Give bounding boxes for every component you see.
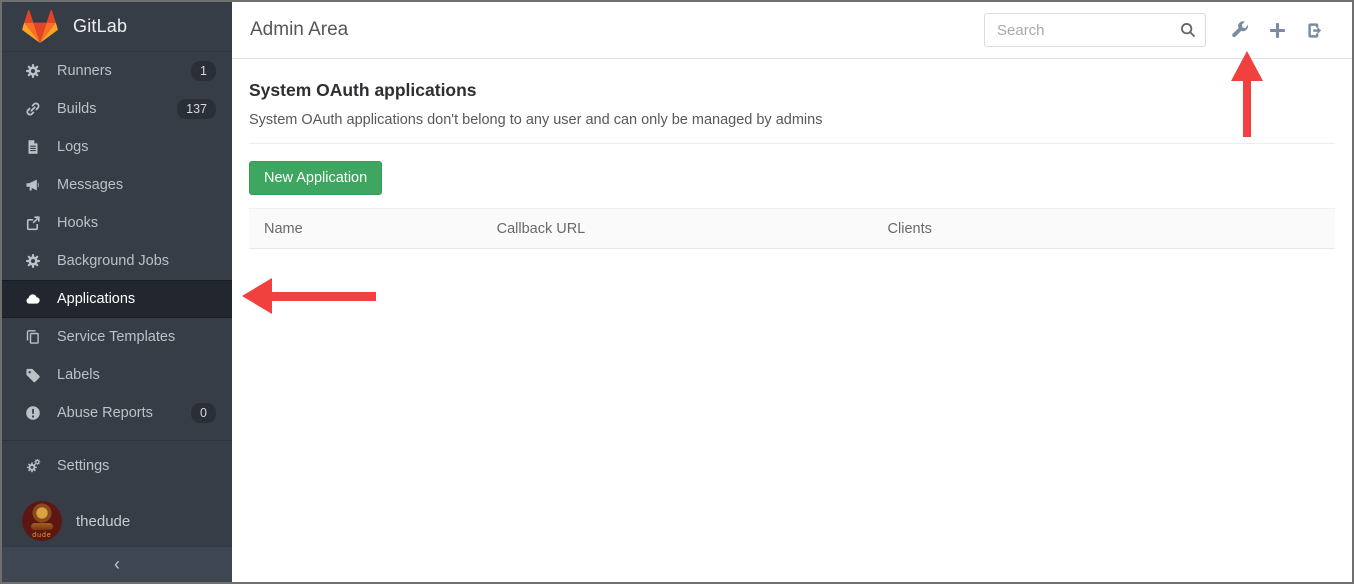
gitlab-home-link[interactable]: GitLab xyxy=(2,2,232,52)
sidebar-item-settings[interactable]: Settings xyxy=(2,447,232,485)
search-input[interactable] xyxy=(984,13,1206,47)
tag-icon xyxy=(24,367,42,383)
sidebar-user-profile[interactable]: dude thedude xyxy=(2,499,232,543)
sidebar-divider xyxy=(2,440,232,441)
gitlab-logo-text: GitLab xyxy=(73,16,127,37)
section-heading: System OAuth applications xyxy=(249,80,1335,101)
gear-icon xyxy=(24,253,42,269)
sidebar-item-messages[interactable]: Messages xyxy=(2,166,232,204)
column-header-callback-url: Callback URL xyxy=(497,221,888,237)
admin-sidebar: GitLab Runners 1 Builds 137 Logs xyxy=(2,2,232,582)
avatar: dude xyxy=(22,501,62,541)
applications-table: Name Callback URL Clients xyxy=(249,208,1335,249)
sidebar-item-label: Labels xyxy=(57,367,100,383)
oauth-applications-section: System OAuth applications System OAuth a… xyxy=(232,80,1352,249)
top-navbar: Admin Area xyxy=(232,2,1352,59)
count-badge: 137 xyxy=(177,99,216,120)
column-header-name: Name xyxy=(249,221,497,237)
sidebar-item-label: Abuse Reports xyxy=(57,405,153,421)
new-project-plus-button[interactable] xyxy=(1258,13,1296,47)
sign-out-icon xyxy=(1306,21,1325,40)
copy-icon xyxy=(24,329,42,345)
wrench-icon xyxy=(1230,21,1249,40)
cloud-icon xyxy=(24,291,42,307)
table-header-row: Name Callback URL Clients xyxy=(249,208,1335,248)
new-application-button[interactable]: New Application xyxy=(249,161,382,195)
sidebar-item-background-jobs[interactable]: Background Jobs xyxy=(2,242,232,280)
bullhorn-icon xyxy=(24,177,42,193)
sidebar-item-applications[interactable]: Applications xyxy=(2,280,232,318)
sidebar-item-runners[interactable]: Runners 1 xyxy=(2,52,232,90)
count-badge: 0 xyxy=(191,403,216,424)
sidebar-item-label: Builds xyxy=(57,101,97,117)
sidebar-item-label: Settings xyxy=(57,458,109,474)
count-badge: 1 xyxy=(191,61,216,82)
sidebar-item-label: Logs xyxy=(57,139,88,155)
sidebar-item-builds[interactable]: Builds 137 xyxy=(2,90,232,128)
main-area: Admin Area xyxy=(232,2,1352,582)
sign-out-button[interactable] xyxy=(1296,13,1334,47)
sidebar-item-label: Applications xyxy=(57,291,135,307)
file-icon xyxy=(24,139,42,155)
sidebar-item-hooks[interactable]: Hooks xyxy=(2,204,232,242)
section-description: System OAuth applications don't belong t… xyxy=(249,112,1335,128)
gears-icon xyxy=(24,458,42,474)
sidebar-item-abuse-reports[interactable]: Abuse Reports 0 xyxy=(2,394,232,432)
exclamation-circle-icon xyxy=(24,405,42,421)
window: GitLab Runners 1 Builds 137 Logs xyxy=(0,0,1354,584)
sidebar-collapse-toggle[interactable]: ‹ xyxy=(2,546,232,582)
sidebar-item-label: Hooks xyxy=(57,215,98,231)
sidebar-item-label: Messages xyxy=(57,177,123,193)
sidebar-item-label: Runners xyxy=(57,63,112,79)
sidebar-item-labels[interactable]: Labels xyxy=(2,356,232,394)
sidebar-item-label: Service Templates xyxy=(57,329,175,345)
link-icon xyxy=(24,101,42,117)
admin-wrench-button[interactable] xyxy=(1220,13,1258,47)
sidebar-item-service-templates[interactable]: Service Templates xyxy=(2,318,232,356)
external-link-icon xyxy=(24,215,42,231)
page-title: Admin Area xyxy=(250,19,348,41)
section-divider xyxy=(249,143,1335,144)
plus-icon xyxy=(1268,21,1287,40)
gear-icon xyxy=(24,63,42,79)
sidebar-item-logs[interactable]: Logs xyxy=(2,128,232,166)
chevron-left-icon: ‹ xyxy=(114,554,120,575)
username-label: thedude xyxy=(76,513,130,530)
gitlab-tanuki-logo-icon xyxy=(22,10,58,43)
sidebar-item-label: Background Jobs xyxy=(57,253,169,269)
column-header-clients: Clients xyxy=(888,221,1335,237)
search-icon xyxy=(1179,21,1197,39)
